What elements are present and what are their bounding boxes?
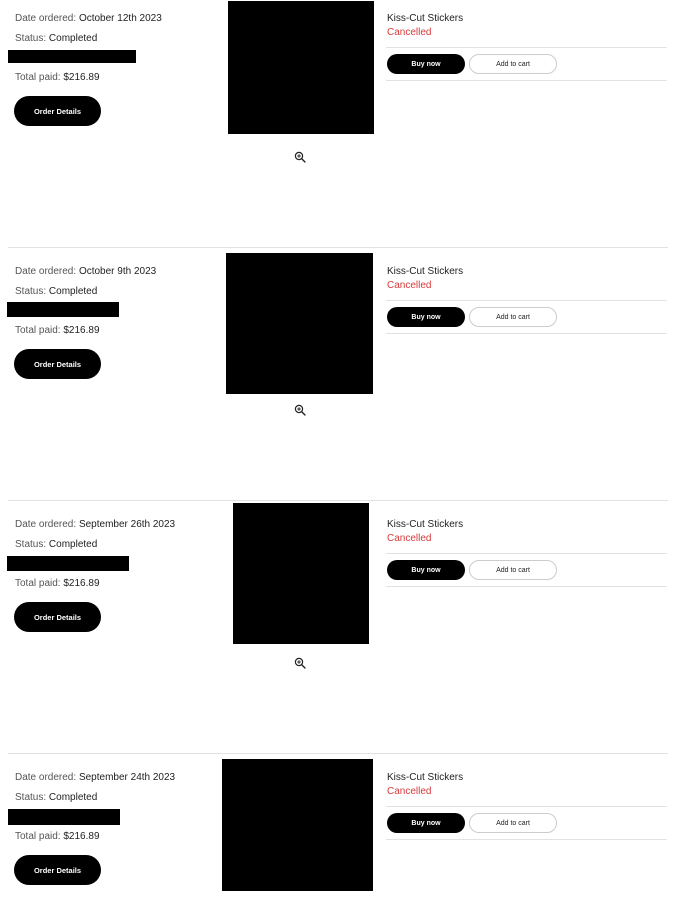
order-status: Status: Completed [15, 792, 97, 804]
date-ordered-value: September 26th 2023 [78, 519, 176, 530]
redacted-info [8, 50, 136, 63]
date-ordered-label: Date ordered: [15, 519, 77, 530]
order-status-value: Completed [48, 792, 98, 803]
product-image[interactable] [222, 759, 373, 891]
date-ordered-value: October 9th 2023 [78, 266, 157, 277]
date-ordered-value: September 24th 2023 [78, 772, 176, 783]
order-divider [8, 500, 668, 501]
product-status: Cancelled [387, 786, 432, 797]
product-status: Cancelled [387, 27, 432, 38]
date-ordered-value: October 12th 2023 [78, 13, 162, 24]
date-ordered-label: Date ordered: [15, 266, 77, 277]
zoom-in-icon[interactable] [294, 657, 306, 669]
redacted-info [7, 302, 119, 317]
total-paid-label: Total paid: [15, 578, 61, 589]
order-card: Date ordered: October 12th 2023 Status: … [0, 0, 683, 253]
divider [386, 839, 667, 840]
total-paid: Total paid: $216.89 [15, 578, 100, 590]
order-card: Date ordered: September 26th 2023 Status… [0, 500, 683, 753]
order-card: Date ordered: September 24th 2023 Status… [0, 753, 683, 897]
product-title[interactable]: Kiss-Cut Stickers [387, 772, 463, 784]
total-paid-label: Total paid: [15, 325, 61, 336]
date-ordered-label: Date ordered: [15, 13, 77, 24]
buy-now-button[interactable]: Buy now [387, 813, 465, 833]
total-paid-value: $216.89 [63, 325, 100, 336]
total-paid-value: $216.89 [63, 72, 100, 83]
order-details-button[interactable]: Order Details [14, 349, 101, 379]
order-status-label: Status: [15, 792, 47, 803]
date-ordered: Date ordered: October 12th 2023 [15, 13, 162, 25]
add-to-cart-button[interactable]: Add to cart [469, 54, 557, 74]
total-paid: Total paid: $216.89 [15, 325, 100, 337]
date-ordered-label: Date ordered: [15, 772, 77, 783]
order-status-value: Completed [48, 286, 98, 297]
add-to-cart-button[interactable]: Add to cart [469, 307, 557, 327]
order-details-button[interactable]: Order Details [14, 602, 101, 632]
divider [386, 300, 667, 301]
product-image[interactable] [228, 1, 374, 134]
add-to-cart-button[interactable]: Add to cart [469, 813, 557, 833]
total-paid: Total paid: $216.89 [15, 831, 100, 843]
total-paid: Total paid: $216.89 [15, 72, 100, 84]
total-paid-label: Total paid: [15, 72, 61, 83]
buy-now-button[interactable]: Buy now [387, 307, 465, 327]
product-image[interactable] [233, 503, 369, 644]
zoom-in-icon[interactable] [294, 404, 306, 416]
divider [386, 333, 667, 334]
product-image[interactable] [226, 253, 373, 394]
divider [386, 806, 667, 807]
divider [386, 553, 667, 554]
product-title[interactable]: Kiss-Cut Stickers [387, 266, 463, 278]
order-divider [8, 753, 668, 754]
divider [386, 80, 667, 81]
buy-now-button[interactable]: Buy now [387, 560, 465, 580]
redacted-info [7, 556, 129, 571]
date-ordered: Date ordered: October 9th 2023 [15, 266, 156, 278]
order-status-value: Completed [48, 33, 98, 44]
order-details-button[interactable]: Order Details [14, 855, 101, 885]
order-card: Date ordered: October 9th 2023 Status: C… [0, 247, 683, 500]
order-status: Status: Completed [15, 539, 97, 551]
total-paid-value: $216.89 [63, 578, 100, 589]
order-status-value: Completed [48, 539, 98, 550]
product-status: Cancelled [387, 280, 432, 291]
date-ordered: Date ordered: September 26th 2023 [15, 519, 175, 531]
add-to-cart-button[interactable]: Add to cart [469, 560, 557, 580]
order-status-label: Status: [15, 539, 47, 550]
total-paid-label: Total paid: [15, 831, 61, 842]
order-status: Status: Completed [15, 286, 97, 298]
order-status: Status: Completed [15, 33, 97, 45]
product-title[interactable]: Kiss-Cut Stickers [387, 519, 463, 531]
product-status: Cancelled [387, 533, 432, 544]
total-paid-value: $216.89 [63, 831, 100, 842]
product-title[interactable]: Kiss-Cut Stickers [387, 13, 463, 25]
divider [386, 47, 667, 48]
buy-now-button[interactable]: Buy now [387, 54, 465, 74]
order-status-label: Status: [15, 33, 47, 44]
redacted-info [8, 809, 120, 825]
zoom-in-icon[interactable] [294, 151, 306, 163]
divider [386, 586, 667, 587]
date-ordered: Date ordered: September 24th 2023 [15, 772, 175, 784]
order-divider [8, 247, 668, 248]
order-details-button[interactable]: Order Details [14, 96, 101, 126]
order-status-label: Status: [15, 286, 47, 297]
